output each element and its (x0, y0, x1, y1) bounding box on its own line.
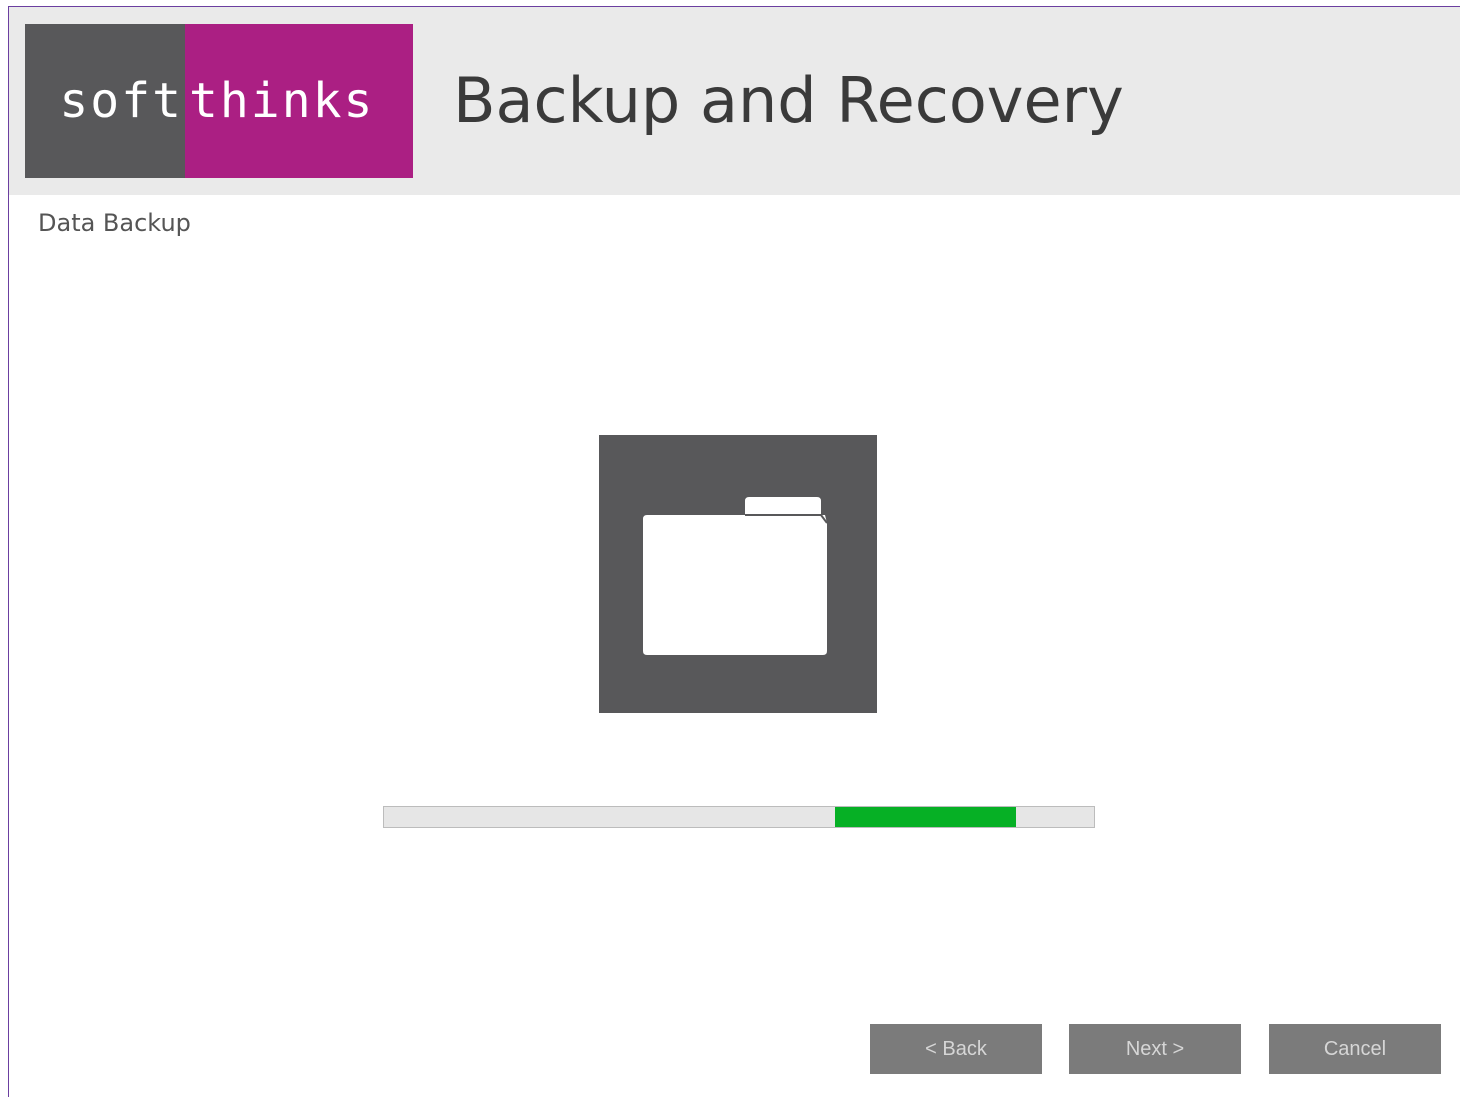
logo-text-soft: soft (25, 24, 185, 178)
logo-text-thinks: thinks (185, 24, 413, 178)
page-title: Data Backup (38, 209, 191, 237)
cancel-button[interactable]: Cancel (1269, 1024, 1441, 1074)
app-title: Backup and Recovery (453, 64, 1124, 137)
next-button[interactable]: Next > (1069, 1024, 1241, 1074)
progress-marquee-fill (835, 807, 1016, 827)
header-banner: soft thinks Backup and Recovery (9, 7, 1460, 195)
softthinks-logo: soft thinks (25, 24, 413, 178)
backup-progress-bar (383, 806, 1095, 828)
backup-wizard-window: soft thinks Backup and Recovery Data Bac… (8, 6, 1460, 1097)
folder-tile (599, 435, 877, 713)
folder-icon (643, 497, 828, 655)
back-button[interactable]: < Back (870, 1024, 1042, 1074)
